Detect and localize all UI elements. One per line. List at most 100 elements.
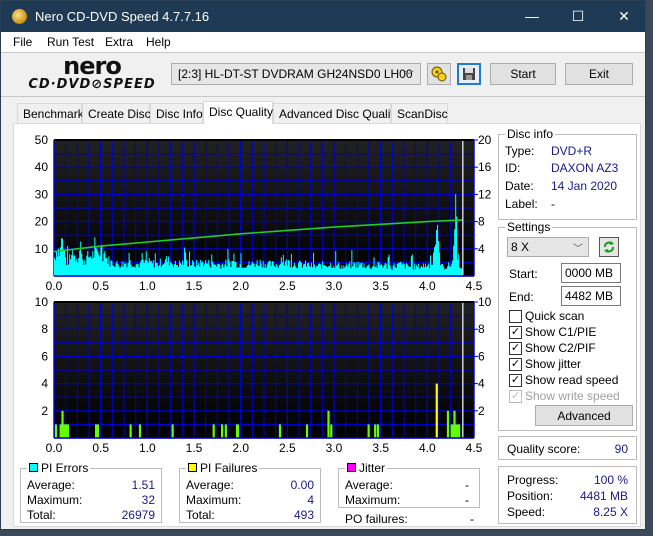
close-button[interactable]: ✕ <box>601 1 647 32</box>
show-jitter-checkbox[interactable]: ✓ <box>509 358 522 371</box>
show-write-speed-checkbox: ✓ <box>509 390 522 403</box>
chevron-down-icon: ﹀ <box>404 71 414 82</box>
tab-disc-info[interactable]: Disc Info <box>150 103 203 124</box>
pi-errors-total-value: 26979 <box>121 508 155 522</box>
pi-failure-bar <box>236 424 240 438</box>
tab-advanced-disc-quality[interactable]: Advanced Disc Quality <box>273 103 400 124</box>
position-value: 4481 MB <box>579 489 628 503</box>
x-tick-label: 0.0 <box>46 279 63 293</box>
pi-failures-average-value: 0.00 <box>290 478 314 492</box>
pi-failures-chart: 0.0 0.5 1.0 1.5 2.0 2.5 3.0 3.5 4.0 4.5 2 4 6 8 10 2 4 6 8… <box>14 295 498 458</box>
y-tick-label-right: 4 <box>478 377 485 391</box>
drive-select[interactable]: [2:3] HL-DT-ST DVDRAM GH24NSD0 LH00 ﹀ <box>171 63 421 85</box>
y-tick-label-right: 6 <box>478 349 485 363</box>
minimize-button[interactable]: — <box>509 1 555 32</box>
tab-benchmark[interactable]: Benchmark <box>17 103 84 124</box>
quality-score-group: Quality score: 90 <box>498 436 637 460</box>
disc-info-group: Disc info Type: DVD+R ID: DAXON AZ3 Date… <box>498 127 637 220</box>
x-tick-label: 1.5 <box>186 441 203 455</box>
disc-date-label: Date: <box>505 179 534 193</box>
pi-failures-title-text: PI Failures <box>200 461 258 475</box>
y-tick-label-right: 20 <box>478 133 492 147</box>
pi-failures-chart-svg: 0.0 0.5 1.0 1.5 2.0 2.5 3.0 3.5 4.0 4.5 2 4 6 8 10 2 4 6 8… <box>35 295 492 455</box>
y-tick-label-right: 8 <box>478 215 485 229</box>
pi-failure-bar <box>446 410 450 438</box>
pi-failure-bar <box>374 424 377 438</box>
save-button[interactable] <box>457 63 481 85</box>
disc-type-label: Type: <box>505 144 535 158</box>
y-tick-label-right: 8 <box>478 322 485 336</box>
speed-label: Speed: <box>507 505 546 519</box>
disc-type-value: DVD+R <box>551 144 593 158</box>
pi-failure-bar <box>376 424 380 438</box>
pi-failure-bar <box>129 424 132 438</box>
advanced-button[interactable]: Advanced <box>535 405 633 426</box>
disc-date-value: 14 Jan 2020 <box>551 179 618 193</box>
x-tick-label: 1.0 <box>139 279 156 293</box>
x-tick-label: 0.5 <box>92 441 109 455</box>
x-tick-label: 2.5 <box>279 279 296 293</box>
speed-select[interactable]: 8 X ﹀ <box>507 237 589 257</box>
nero-logo: nero CD·DVD⊘SPEED <box>17 54 167 95</box>
pi-failure-bar <box>435 383 438 438</box>
jitter-title-text: Jitter <box>359 461 386 475</box>
exit-button[interactable]: Exit <box>565 63 633 85</box>
progress-group: Progress: 100 % Position: 4481 MB Speed:… <box>498 466 637 524</box>
drive-properties-button[interactable] <box>427 63 451 85</box>
title-bar: Nero CD-DVD Speed 4.7.7.16 — ☐ ✕ <box>1 1 645 32</box>
pi-errors-maximum-label: Maximum: <box>27 493 83 507</box>
pi-failure-bar <box>367 424 370 438</box>
end-label: End: <box>509 290 534 304</box>
pi-errors-group: PI Errors Average: 1.51 Maximum: 32 Tota… <box>20 461 162 523</box>
x-tick-label: 0.0 <box>46 441 63 455</box>
quality-score-value: 90 <box>614 442 628 456</box>
pi-failure-bar <box>212 424 215 438</box>
maximize-button[interactable]: ☐ <box>555 1 601 32</box>
tab-disc-quality[interactable]: Disc Quality <box>203 101 273 124</box>
x-tick-label: 3.0 <box>326 279 343 293</box>
tab-create-disc[interactable]: Create Disc <box>82 103 151 124</box>
end-field[interactable]: 4482 MB <box>561 286 621 306</box>
pi-errors-chart: 0.0 0.5 1.0 1.5 2.0 2.5 3.0 3.5 4.0 4.5 10 20 30 40 50… <box>14 124 498 296</box>
disc-label-value: - <box>551 197 555 211</box>
start-button[interactable]: Start <box>490 63 556 85</box>
x-tick-label: 2.5 <box>279 441 296 455</box>
refresh-speed-button[interactable] <box>599 237 619 257</box>
app-icon <box>12 9 27 24</box>
speed-select-value: 8 X <box>511 240 530 254</box>
tab-scandisc[interactable]: ScanDisc <box>391 103 448 124</box>
show-c1-pie-checkbox[interactable]: ✓ <box>509 326 522 339</box>
y-tick-label-left: 10 <box>35 296 49 309</box>
x-tick-label: 4.0 <box>419 279 436 293</box>
pi-failures-average-label: Average: <box>186 478 234 492</box>
quick-scan-checkbox[interactable] <box>509 310 522 323</box>
po-failures-value: - <box>470 512 474 526</box>
start-label: Start: <box>509 267 538 281</box>
pi-failure-bar <box>458 424 461 438</box>
y-tick-label-left: 8 <box>41 322 48 336</box>
menu-help[interactable]: Help <box>146 35 171 49</box>
menu-run-test[interactable]: Run Test <box>47 35 94 49</box>
position-label: Position: <box>507 489 554 503</box>
x-tick-label: 0.5 <box>92 279 109 293</box>
speed-value: 8.25 X <box>593 505 628 519</box>
x-tick-label: 3.0 <box>326 441 343 455</box>
menu-extra[interactable]: Extra <box>105 35 133 49</box>
start-field[interactable]: 0000 MB <box>561 263 621 283</box>
pi-errors-title: PI Errors <box>27 461 91 475</box>
pi-errors-title-text: PI Errors <box>41 461 89 475</box>
logo-speed-text: CD·DVD⊘SPEED <box>28 77 156 92</box>
show-read-speed-label: Show read speed <box>525 373 619 387</box>
refresh-icon <box>604 241 614 253</box>
show-read-speed-checkbox[interactable]: ✓ <box>509 374 522 387</box>
pi-errors-swatch-icon <box>29 463 38 472</box>
pi-failure-bar <box>330 424 333 438</box>
jitter-average-label: Average: <box>345 478 393 492</box>
settings-title: Settings <box>505 220 553 234</box>
menu-file[interactable]: File <box>13 35 32 49</box>
x-tick-label: 1.0 <box>139 441 156 455</box>
pi-failure-bar <box>171 424 174 438</box>
show-c2-pif-checkbox[interactable]: ✓ <box>509 342 522 355</box>
pi-failures-maximum-value: 4 <box>307 493 314 507</box>
pi-failures-total-value: 493 <box>293 508 314 522</box>
